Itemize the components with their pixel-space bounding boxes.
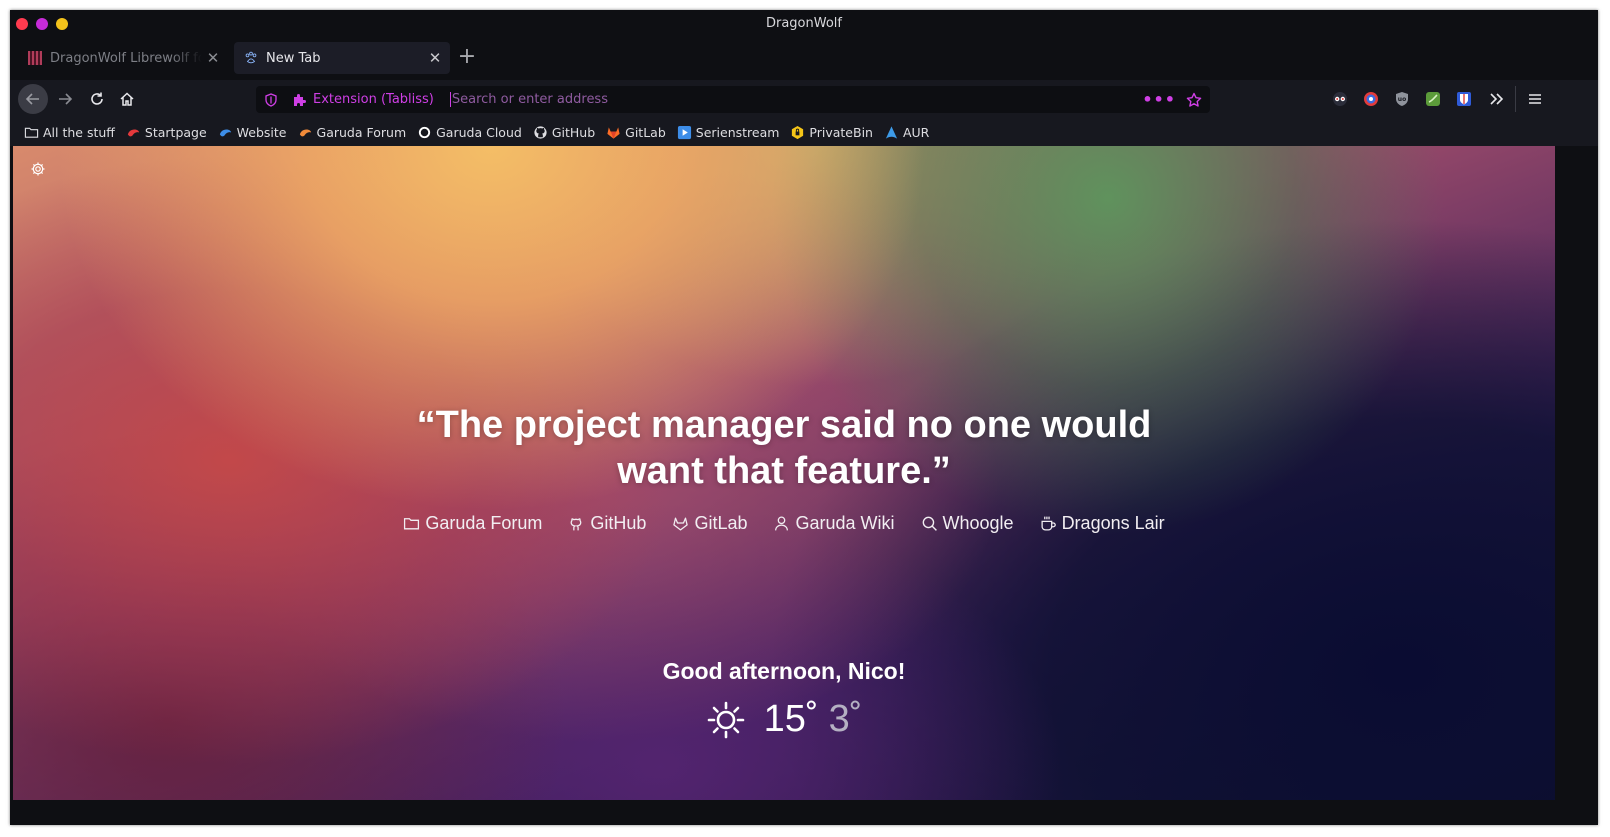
folder-icon xyxy=(24,127,39,138)
quick-link-label: Garuda Forum xyxy=(425,513,543,533)
bookmark-label: PrivateBin xyxy=(809,124,873,140)
gitlab-icon xyxy=(673,517,689,531)
tab-title: DragonWolf Librewolf fork xyxy=(50,50,202,66)
quick-link-label: Whoogle xyxy=(942,513,1014,533)
privacy-badger-icon[interactable] xyxy=(1332,91,1348,107)
tab-new-tab[interactable]: New Tab ✕ xyxy=(234,42,450,74)
title-bar: DragonWolf xyxy=(10,10,1598,38)
startpage-icon xyxy=(127,128,140,136)
search-icon xyxy=(922,516,937,531)
gitlab-icon xyxy=(607,126,620,139)
extensions-overflow-icon[interactable] xyxy=(1486,89,1506,109)
home-icon xyxy=(120,92,134,106)
reload-button[interactable] xyxy=(82,84,112,114)
paw-icon xyxy=(245,51,257,64)
quote-line-2: want that feature.” xyxy=(617,450,951,492)
sun-icon xyxy=(707,701,744,738)
privatebin-icon xyxy=(792,125,804,139)
quick-link-whoogle[interactable]: Whoogle xyxy=(921,513,1014,534)
extension-name: Extension (Tabliss) xyxy=(313,92,434,107)
bitwarden-icon[interactable] xyxy=(1456,91,1472,107)
tab-dragonwolf[interactable]: DragonWolf Librewolf fork ✕ xyxy=(18,42,228,74)
tab-title: New Tab xyxy=(266,50,321,66)
new-tab-page: “The project manager said no one would w… xyxy=(13,146,1555,800)
bookmark-garuda-forum[interactable]: Garuda Forum xyxy=(298,124,407,140)
address-input[interactable] xyxy=(449,92,1143,107)
bookmark-github[interactable]: GitHub xyxy=(533,125,595,140)
reload-icon xyxy=(91,92,103,105)
quick-link-garuda-forum[interactable]: Garuda Forum xyxy=(403,513,542,534)
extension-identity-label[interactable]: Extension (Tabliss) xyxy=(292,92,434,108)
quote-line-1: “The project manager said no one would xyxy=(416,404,1152,446)
browser-window: DragonWolf DragonWolf Librewolf fork ✕ N… xyxy=(10,10,1598,825)
temperature-high: 15˚ xyxy=(763,698,819,740)
cloud-icon xyxy=(419,126,431,138)
bookmark-label: Startpage xyxy=(144,124,207,140)
tracking-protection-shield-icon[interactable] xyxy=(264,92,278,107)
website-icon xyxy=(219,128,231,136)
settings-gear-icon[interactable] xyxy=(30,161,46,177)
quick-link-garuda-wiki[interactable]: Garuda Wiki xyxy=(773,513,895,534)
bookmark-all-the-stuff[interactable]: All the stuff xyxy=(24,125,115,140)
bookmark-label: Garuda Forum xyxy=(316,124,407,140)
svg-text:uo: uo xyxy=(1398,96,1406,103)
page-actions-more-icon[interactable]: ••• xyxy=(1142,90,1176,109)
greeting-text: Good afternoon, Nico! xyxy=(662,658,906,684)
quick-links: Garuda Forum GitHub GitLab Garuda Wiki W… xyxy=(13,513,1555,534)
quick-link-label: GitLab xyxy=(694,513,748,533)
toolbar-separator xyxy=(1515,86,1516,112)
ublock-origin-icon[interactable]: uo xyxy=(1394,91,1410,107)
github-icon xyxy=(534,125,547,139)
bookmark-star-icon[interactable] xyxy=(1186,92,1202,108)
home-button[interactable] xyxy=(112,84,142,114)
quick-link-label: Garuda Wiki xyxy=(795,513,895,533)
quote-text: “The project manager said no one would w… xyxy=(13,402,1555,494)
weather-widget: 15˚ 3˚ xyxy=(13,698,1555,741)
tab-bar: DragonWolf Librewolf fork ✕ New Tab ✕ + xyxy=(10,38,1598,80)
bookmarks-toolbar: All the stuff Startpage Website Garuda F… xyxy=(10,118,1598,146)
bookmark-garuda-cloud[interactable]: Garuda Cloud xyxy=(417,125,522,140)
temperature-low: 3˚ xyxy=(828,698,863,740)
quick-link-dragons-lair[interactable]: Dragons Lair xyxy=(1040,513,1165,534)
bookmark-serienstream[interactable]: Serienstream xyxy=(677,124,780,140)
arch-icon xyxy=(885,125,898,139)
quick-link-label: GitHub xyxy=(590,513,647,533)
bookmark-label: Garuda Cloud xyxy=(436,124,522,140)
url-bar[interactable]: Extension (Tabliss) ••• xyxy=(256,86,1210,113)
hamburger-menu-icon[interactable] xyxy=(1525,89,1545,109)
bookmark-aur[interactable]: AUR xyxy=(884,125,929,140)
folder-icon xyxy=(404,518,420,530)
bookmark-label: GitHub xyxy=(551,124,596,140)
forward-button[interactable] xyxy=(50,84,80,114)
garuda-icon xyxy=(299,128,311,136)
privacy-extension-icon[interactable] xyxy=(1363,91,1379,107)
window-title: DragonWolf xyxy=(765,16,842,31)
play-icon xyxy=(677,125,691,139)
back-button[interactable] xyxy=(18,84,48,114)
navigation-toolbar: Extension (Tabliss) ••• uo xyxy=(10,80,1598,118)
arrow-left-icon xyxy=(25,93,39,105)
bookmark-label: GitLab xyxy=(625,124,666,140)
github-icon xyxy=(570,518,582,531)
bookmark-website[interactable]: Website xyxy=(218,125,287,140)
green-extension-icon[interactable] xyxy=(1425,91,1441,107)
tab-close-icon[interactable]: ✕ xyxy=(202,49,224,67)
bookmark-gitlab[interactable]: GitLab xyxy=(606,125,666,140)
quick-link-label: Dragons Lair xyxy=(1061,513,1165,533)
quick-link-gitlab[interactable]: GitLab xyxy=(672,513,747,534)
tab-close-icon[interactable]: ✕ xyxy=(424,49,446,67)
bookmark-label: Website xyxy=(236,124,287,140)
arrow-right-icon xyxy=(59,93,73,105)
bookmark-label: AUR xyxy=(902,124,930,140)
puzzle-icon xyxy=(294,93,306,106)
bookmark-privatebin[interactable]: PrivateBin xyxy=(790,125,873,140)
user-icon xyxy=(775,516,789,531)
coffee-icon xyxy=(1041,516,1056,531)
new-tab-button[interactable]: + xyxy=(456,46,478,70)
bookmark-startpage[interactable]: Startpage xyxy=(126,125,207,140)
quick-link-github[interactable]: GitHub xyxy=(568,513,646,534)
bookmark-label: Serienstream xyxy=(695,124,780,140)
bookmark-label: All the stuff xyxy=(43,124,115,140)
dragonwolf-favicon-icon xyxy=(28,51,42,65)
